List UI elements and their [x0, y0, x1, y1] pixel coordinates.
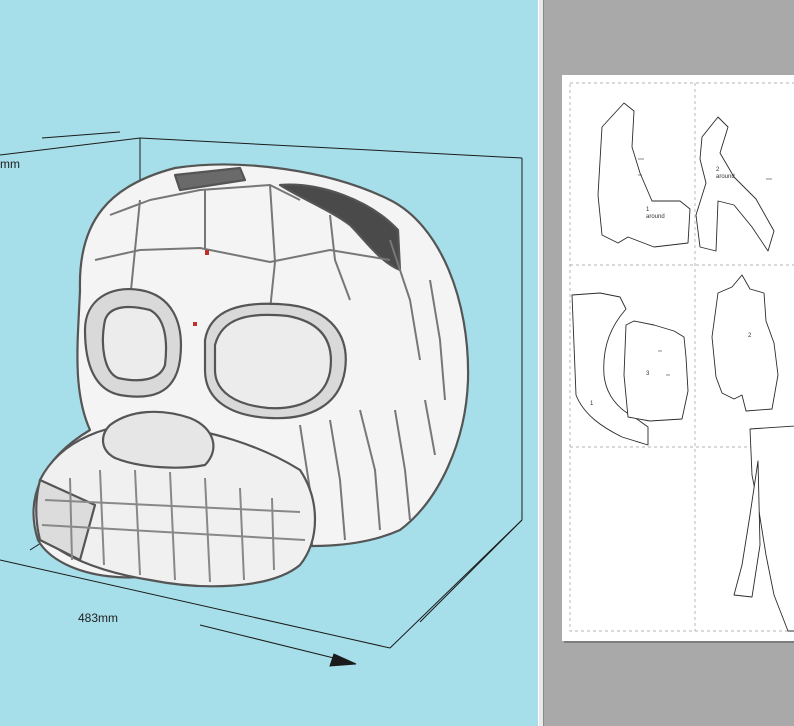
- skull-mask-icon: [32, 163, 470, 588]
- piece-label: 2: [748, 333, 752, 339]
- 2d-viewport[interactable]: 1 around 2 around 3 2 1: [544, 0, 794, 726]
- pattern-piece: [623, 320, 689, 422]
- width-dimension-label: 483mm: [78, 611, 119, 625]
- pattern-piece: [711, 274, 779, 412]
- piece-label: 1: [590, 401, 594, 407]
- height-dimension-label: mm: [0, 157, 20, 171]
- 3d-viewport[interactable]: mm 483mm: [0, 0, 538, 726]
- pattern-piece: [733, 460, 761, 598]
- paper-sheet: 1 around 2 around 3 2 1: [562, 75, 794, 641]
- pattern-layout: [569, 82, 794, 632]
- pattern-piece: [597, 102, 691, 248]
- pattern-piece: [695, 116, 775, 252]
- piece-label: 2 around: [716, 167, 735, 180]
- piece-label: 1 around: [646, 207, 665, 220]
- width-dimension-line: [199, 624, 357, 667]
- piece-label: 3: [646, 371, 650, 377]
- marker-red: [193, 322, 197, 326]
- marker-red: [205, 250, 209, 255]
